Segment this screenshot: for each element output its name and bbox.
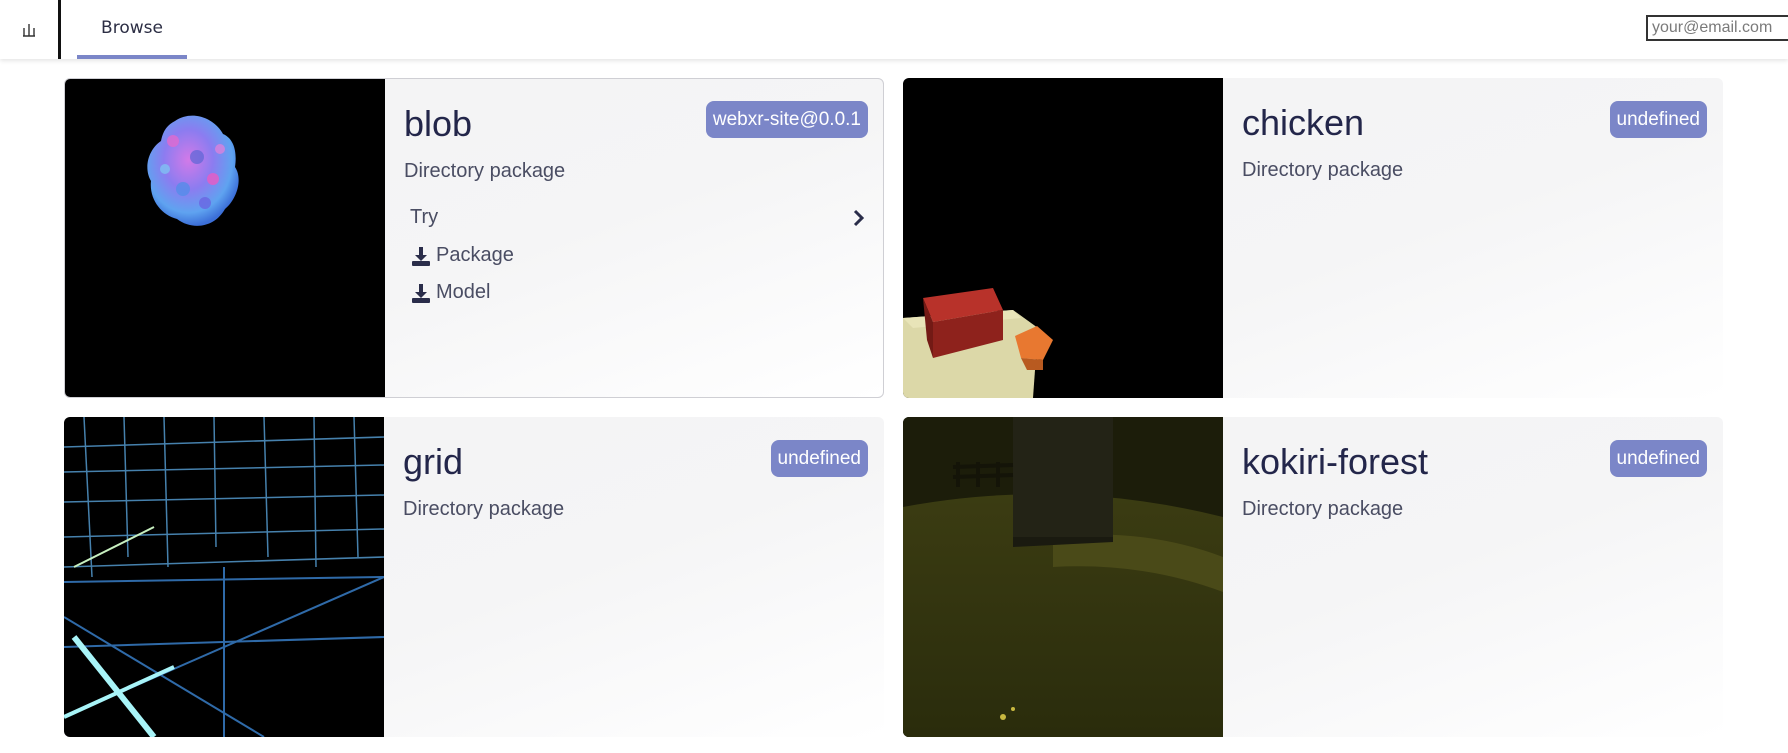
package-card-grid[interactable]: grid undefined Directory package — [64, 417, 884, 737]
grid-preview-image — [64, 417, 384, 737]
package-type: Directory package — [403, 498, 565, 520]
email-input[interactable] — [1646, 15, 1788, 41]
package-card-chicken[interactable]: chicken undefined Directory package — [903, 78, 1723, 398]
package-title: chicken — [1242, 102, 1365, 143]
version-badge: undefined — [1609, 440, 1707, 477]
chart-logo-icon — [23, 23, 35, 37]
package-title: kokiri-forest — [1242, 441, 1429, 482]
download-model-link[interactable]: Model — [410, 281, 490, 304]
version-badge: undefined — [1609, 101, 1707, 138]
package-card-blob[interactable]: blob webxr-site@0.0.1 Directory package … — [64, 78, 884, 398]
package-title: blob — [404, 103, 473, 144]
package-type: Directory package — [1242, 159, 1404, 181]
tab-browse[interactable]: Browse — [77, 0, 187, 59]
download-package-link[interactable]: Package — [410, 244, 514, 267]
chicken-preview-image — [903, 78, 1223, 398]
chevron-right-icon — [853, 209, 865, 227]
download-icon — [412, 246, 430, 266]
version-badge: webxr-site@0.0.1 — [705, 101, 868, 138]
package-type: Directory package — [1242, 498, 1404, 520]
top-bar: Browse — [0, 0, 1788, 59]
package-card-kokiri-forest[interactable]: kokiri-forest undefined Directory packag… — [903, 417, 1723, 737]
package-label: Package — [436, 244, 514, 266]
kokiri-forest-preview-image — [903, 417, 1223, 737]
package-title: grid — [403, 441, 464, 482]
download-icon — [412, 283, 430, 303]
version-badge: undefined — [770, 440, 868, 477]
package-type: Directory package — [404, 160, 566, 182]
try-link[interactable]: Try — [410, 206, 870, 229]
tab-browse-label: Browse — [101, 17, 163, 38]
model-label: Model — [436, 281, 491, 303]
home-logo-button[interactable] — [0, 0, 61, 59]
blob-preview-image — [65, 79, 385, 397]
try-label: Try — [410, 206, 439, 228]
